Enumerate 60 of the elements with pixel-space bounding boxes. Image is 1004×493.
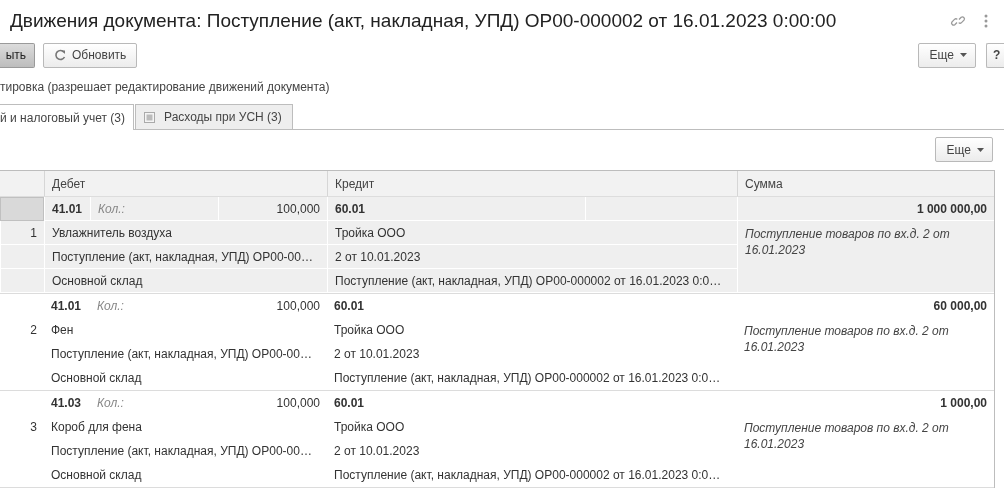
table-cell: Поступление товаров по вх.д. 2 от 16.01.2023 bbox=[737, 221, 994, 293]
row-marker[interactable] bbox=[0, 197, 44, 221]
table-cell-text: Тройка ООО bbox=[333, 322, 406, 339]
table-cell: Увлажнитель воздуха bbox=[44, 221, 327, 245]
table-cell: Кол.: bbox=[90, 197, 218, 221]
table-cell: Поступление (акт, накладная, УПД) ОР00-00… bbox=[44, 245, 327, 269]
table-cell-text: 1 000,00 bbox=[939, 395, 988, 412]
more-button[interactable]: Еще bbox=[917, 42, 976, 68]
table-cell-text: 2 от 10.01.2023 bbox=[333, 443, 421, 460]
link-icon[interactable] bbox=[950, 13, 966, 29]
table-cell-text: 60.01 bbox=[333, 298, 366, 315]
column-header: Сумма bbox=[737, 171, 994, 196]
table-cell: 1 000 000,00 bbox=[737, 197, 994, 221]
table-cell-text: Основной склад bbox=[50, 467, 143, 484]
table-cell: Основной склад bbox=[44, 269, 327, 293]
row-number: 3 bbox=[29, 419, 38, 436]
table-cell-text: 60 000,00 bbox=[932, 298, 988, 315]
table-cell-text: 60.01 bbox=[333, 395, 366, 412]
table-cell: 100,000 bbox=[218, 197, 327, 221]
table-cell-text: Поступление товаров по вх.д. 2 от 16.01.2023 bbox=[743, 420, 950, 453]
table-cell: 60.01 bbox=[327, 197, 585, 221]
table-cell-text: 41.03 bbox=[50, 395, 83, 412]
refresh-icon bbox=[54, 49, 66, 61]
table-cell: Поступление (акт, накладная, УПД) ОР00-000002 от 16.01.2023 0:0… bbox=[327, 269, 737, 293]
more-options-icon[interactable] bbox=[984, 14, 988, 28]
table-cell-text: Тройка ООО bbox=[333, 419, 406, 436]
toolbar-button[interactable]: ыть bbox=[0, 42, 35, 68]
table-cell-text: 100,000 bbox=[275, 395, 321, 412]
column-header: Кредит bbox=[327, 171, 737, 196]
refresh-button[interactable]: Обновить bbox=[43, 42, 138, 68]
table-cell-text: Поступление товаров по вх.д. 2 от 16.01.2023 bbox=[743, 323, 950, 356]
table-cell-text: Поступление (акт, накладная, УПД) ОР00-000002 от 16.01.2023 0:0… bbox=[333, 467, 722, 484]
table-cell-text: 41.01 bbox=[50, 298, 83, 315]
tab[interactable]: й и налоговый учет (3) bbox=[0, 104, 135, 130]
table-cell: 41.01 bbox=[44, 197, 90, 221]
table-cell-text: Кол.: bbox=[96, 395, 125, 412]
caret-icon bbox=[960, 53, 967, 57]
row-number: 2 bbox=[29, 322, 38, 339]
table-cell bbox=[0, 269, 44, 293]
table-cell-text: Поступление (акт, накладная, УПД) ОР00-00… bbox=[50, 443, 313, 460]
help-button[interactable]: ? bbox=[986, 42, 1004, 68]
table-cell-text: 2 от 10.01.2023 bbox=[333, 346, 421, 363]
table-cell-text: Короб для фена bbox=[50, 419, 143, 436]
document-icon bbox=[144, 111, 156, 123]
tab[interactable]: Расходы при УСН (3) bbox=[135, 104, 294, 129]
table-cell-text: Кол.: bbox=[96, 298, 125, 315]
table-cell: 2 от 10.01.2023 bbox=[327, 245, 737, 269]
column-header: Дебет bbox=[44, 171, 327, 196]
table-row[interactable] bbox=[0, 197, 994, 294]
more-button[interactable]: Еще bbox=[934, 137, 993, 162]
table-cell-text: Поступление (акт, накладная, УПД) ОР00-000002 от 16.01.2023 0:0… bbox=[333, 370, 722, 387]
table-cell-text: Фен bbox=[50, 322, 75, 339]
window-title: Движения документа: Поступление (акт, накладная, УПД) ОР00-000002 от 16.01.2023 0:00:00 bbox=[10, 10, 838, 32]
table-cell: Тройка ООО bbox=[327, 221, 737, 245]
table-cell-text: Основной склад bbox=[50, 370, 143, 387]
description-text: тировка (разрешает редактирование движений документа) bbox=[0, 79, 331, 96]
row-number: 1 bbox=[0, 221, 44, 245]
table-cell-text: 100,000 bbox=[275, 298, 321, 315]
table-cell-text: Поступление (акт, накладная, УПД) ОР00-00… bbox=[50, 346, 313, 363]
caret-icon bbox=[977, 147, 984, 152]
